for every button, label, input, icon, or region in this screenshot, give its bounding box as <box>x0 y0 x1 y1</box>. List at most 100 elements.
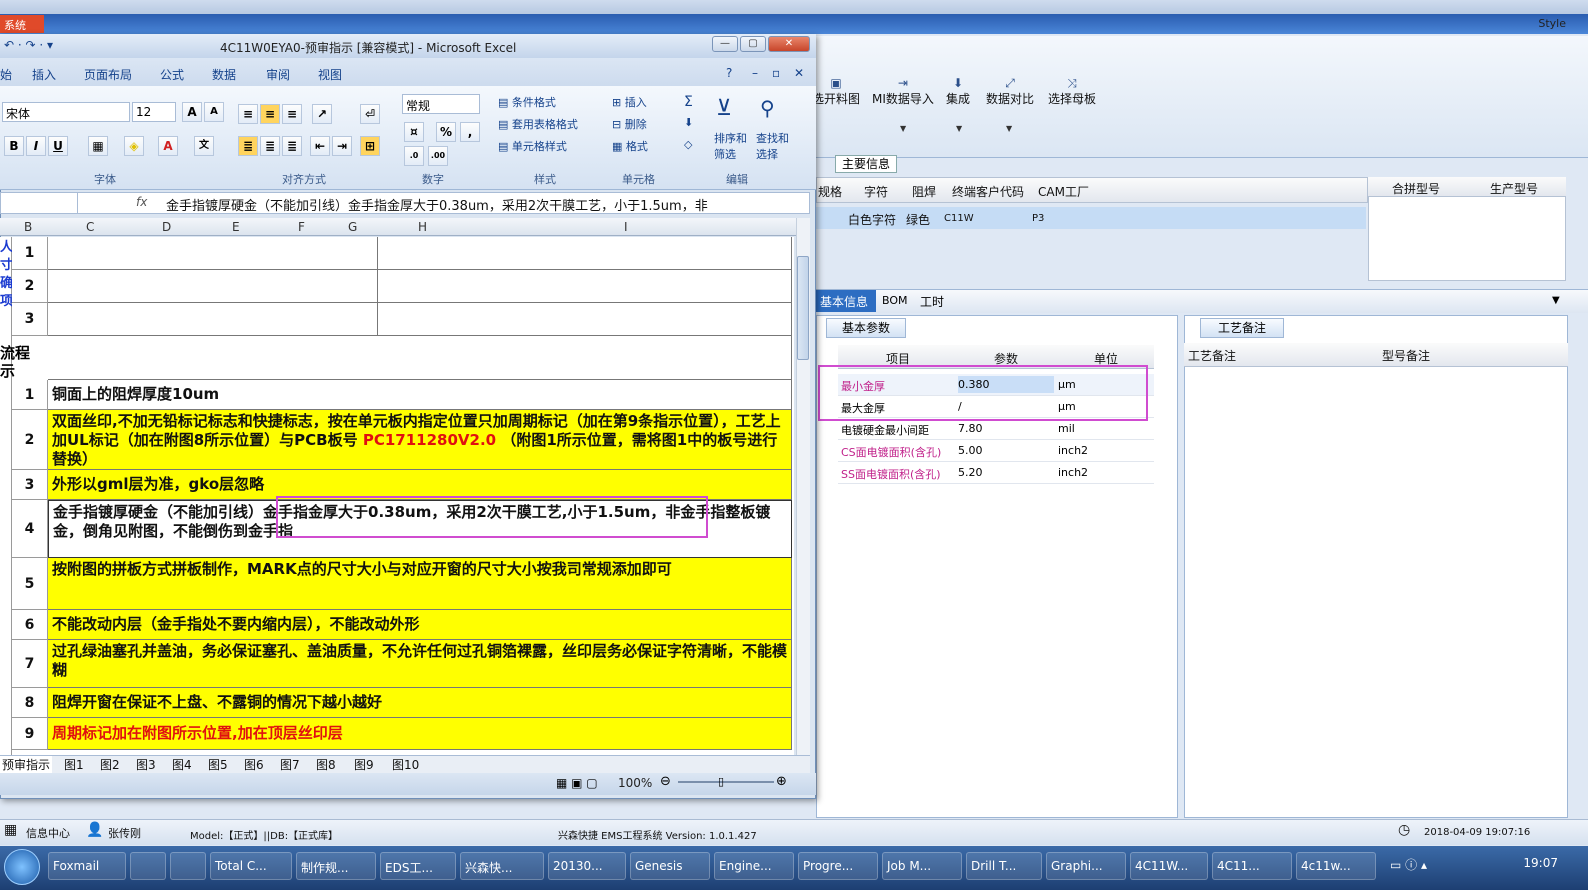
row-number[interactable]: 6 <box>12 610 48 640</box>
sheet-cell[interactable]: 双面丝印,不加无铅标记标志和快捷标志，按在单元板内指定位置只加周期标记（加在第9… <box>48 410 792 470</box>
col-header-h[interactable]: H <box>418 220 427 234</box>
bold-button[interactable]: B <box>4 136 24 156</box>
currency-button[interactable]: ¤ <box>404 122 424 142</box>
col-header-d[interactable]: D <box>162 220 171 234</box>
sheet-cell[interactable] <box>48 303 378 336</box>
sheet-tab[interactable]: 图8 <box>316 756 336 773</box>
col-merge-model[interactable]: 合拼型号 <box>1392 180 1440 197</box>
sum-icon[interactable]: Σ <box>684 94 693 110</box>
border-button[interactable]: ▦ <box>88 136 108 156</box>
param-row[interactable]: CS面电镀面积(含孔) 5.00 inch2 <box>838 440 1154 462</box>
chevron-down-icon[interactable]: ▼ <box>1552 295 1560 306</box>
param-value[interactable]: 5.00 <box>958 444 983 457</box>
decrease-decimal-button[interactable]: .00 <box>428 146 448 166</box>
ribbon-minimize-icon[interactable]: – <box>752 66 758 80</box>
zoom-in-icon[interactable]: ⊕ <box>776 774 787 789</box>
increase-indent-button[interactable]: ⇥ <box>332 136 352 156</box>
chevron-down-icon[interactable]: ▼ <box>900 124 906 133</box>
italic-button[interactable]: I <box>26 136 46 156</box>
number-format-select[interactable]: 常规 <box>402 94 480 114</box>
param-row[interactable]: SS面电镀面积(含孔) 5.20 inch2 <box>838 462 1154 484</box>
col-spec[interactable]: 规格 <box>818 183 842 200</box>
grow-font-button[interactable]: A <box>182 102 202 122</box>
help-icon[interactable]: ? <box>726 66 732 80</box>
row-number[interactable]: 2 <box>12 410 48 470</box>
formula-input[interactable]: 金手指镀厚硬金（不能加引线）金手指金厚大于0.38um，采用2次干膜工艺，小于1… <box>166 195 708 214</box>
sheet-cell[interactable]: 铜面上的阻焊厚度10um <box>48 380 792 410</box>
system-menu[interactable]: 系统 <box>0 15 44 33</box>
insert-cells-button[interactable]: ⊞ 插入 <box>612 94 647 110</box>
col-header-f[interactable]: F <box>298 220 305 234</box>
row-number[interactable]: 4 <box>12 500 48 558</box>
data-compare-button[interactable]: ⤢ 数据对比 <box>986 76 1034 107</box>
tray-icons[interactable]: ▭ ⓘ ▴ <box>1390 856 1427 873</box>
col-header-i[interactable]: I <box>624 220 628 234</box>
mi-import-button[interactable]: ⇥ MI数据导入 <box>872 76 934 107</box>
cell-style-button[interactable]: ▤ 单元格样式 <box>498 138 567 154</box>
phonetic-button[interactable]: 文 <box>194 136 214 156</box>
taskbar-item[interactable]: Drill T... <box>966 852 1042 880</box>
find-select-button[interactable]: 查找和选择 <box>756 130 794 162</box>
chevron-down-icon[interactable]: ▼ <box>1006 124 1012 133</box>
zoom-slider-thumb[interactable]: ▯ <box>718 775 724 788</box>
close-button[interactable]: ✕ <box>768 36 810 52</box>
tab-page-layout[interactable]: 页面布局 <box>84 66 132 83</box>
taskbar-item[interactable]: Foxmail <box>48 852 126 880</box>
sheet-cell[interactable]: 阻焊开窗在保证不上盘、不露铜的情况下越小越好 <box>48 688 792 718</box>
sheet-tab[interactable]: 图10 <box>392 756 419 773</box>
zoom-level[interactable]: 100% <box>618 776 652 790</box>
col-customer-code[interactable]: 终端客户代码 <box>952 183 1024 200</box>
table-format-button[interactable]: ▤ 套用表格格式 <box>498 116 578 132</box>
clock[interactable]: 19:07 <box>1523 856 1558 870</box>
row-number[interactable]: 1 <box>12 237 48 270</box>
percent-button[interactable]: % <box>436 122 456 142</box>
taskbar-item[interactable]: Graphi... <box>1046 852 1126 880</box>
row-number[interactable]: 5 <box>12 558 48 610</box>
chevron-down-icon[interactable]: ▼ <box>956 124 962 133</box>
format-cells-button[interactable]: ▦ 格式 <box>612 138 648 154</box>
tab-view[interactable]: 视图 <box>318 66 342 83</box>
underline-button[interactable]: U <box>48 136 68 156</box>
sheet-cell[interactable]: 按附图的拼板方式拼板制作，MARK点的尺寸大小与对应开窗的尺寸大小按我司常规添加… <box>48 558 792 610</box>
tab-insert[interactable]: 插入 <box>32 66 56 83</box>
param-value[interactable]: 7.80 <box>958 422 983 435</box>
col-prod-model[interactable]: 生产型号 <box>1490 180 1538 197</box>
taskbar-item[interactable] <box>130 852 166 880</box>
font-size-select[interactable]: 12 <box>132 102 176 122</box>
sheet-cell[interactable] <box>378 303 792 336</box>
sheet-tab[interactable]: 图9 <box>354 756 374 773</box>
style-label[interactable]: Style <box>1538 17 1566 30</box>
taskbar-item[interactable]: Total C... <box>210 852 292 880</box>
zoom-out-icon[interactable]: ⊖ <box>660 774 671 789</box>
tab-basic-info[interactable]: 基本信息 <box>816 290 876 312</box>
tab-formulas[interactable]: 公式 <box>160 66 184 83</box>
col-craft-notes[interactable]: 工艺备注 <box>1188 347 1236 364</box>
decrease-indent-button[interactable]: ⇤ <box>310 136 330 156</box>
col-header-c[interactable]: C <box>86 220 94 234</box>
sheet-cell[interactable]: 过孔绿油塞孔并盖油，务必保证塞孔、盖油质量，不允许任何过孔铜箔裸露，丝印层务必保… <box>48 640 792 688</box>
ribbon-close-icon[interactable]: ✕ <box>794 66 804 80</box>
col-header-g[interactable]: G <box>348 220 357 234</box>
delete-cells-button[interactable]: ⊟ 删除 <box>612 116 647 132</box>
taskbar-item[interactable]: 制作规... <box>296 852 376 880</box>
taskbar-item[interactable]: Job M... <box>882 852 962 880</box>
row-number[interactable]: 9 <box>12 718 48 750</box>
row-number[interactable]: 3 <box>12 470 48 500</box>
row-number[interactable]: 3 <box>12 303 48 336</box>
align-middle-button[interactable]: ≡ <box>260 104 280 124</box>
merged-cell[interactable] <box>48 336 792 380</box>
ribbon-restore-icon[interactable]: ▫ <box>772 66 780 80</box>
wrap-text-button[interactable]: ⏎ <box>360 104 380 124</box>
info-center-link[interactable]: 信息中心 <box>26 825 70 841</box>
sheet-cell[interactable] <box>48 237 378 270</box>
taskbar-item[interactable]: 兴森快... <box>460 852 544 880</box>
sheet-tab[interactable]: 图7 <box>280 756 300 773</box>
taskbar-item[interactable]: Progre... <box>798 852 878 880</box>
open-cut-chart-button[interactable]: ▣ 选开料图 <box>812 76 860 107</box>
shrink-font-button[interactable]: A <box>204 102 224 122</box>
tab-home[interactable]: 始 <box>0 66 12 83</box>
align-center-button[interactable]: ≣ <box>260 136 280 156</box>
col-char[interactable]: 字符 <box>864 183 888 200</box>
taskbar-item[interactable]: 4C11... <box>1212 852 1292 880</box>
taskbar-item[interactable]: EDS工... <box>380 852 456 880</box>
